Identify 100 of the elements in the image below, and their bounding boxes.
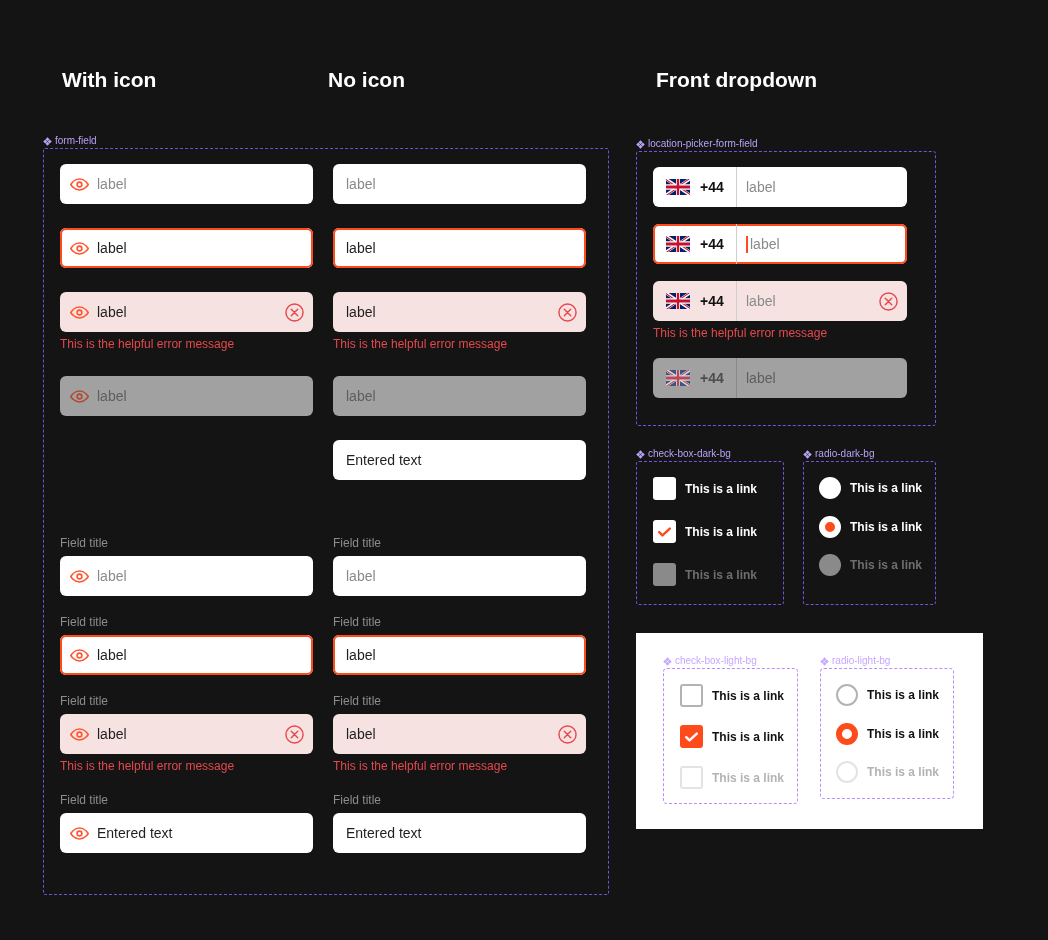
input-field[interactable]: label [333,635,586,675]
radio-button[interactable] [836,684,858,706]
text-cursor [746,235,748,253]
section-heading: Front dropdown [655,67,818,93]
frame-label: radio-dark-bg [815,448,875,460]
text-input[interactable]: Entered text [346,449,577,471]
radio-label: This is a link [850,557,923,573]
field-title: Field title [60,693,110,709]
text-input[interactable]: label [346,237,577,259]
error-message: This is the helpful error message [60,336,236,352]
input-field[interactable]: label [333,292,586,332]
checkbox[interactable] [653,477,676,500]
component-icon [636,139,645,149]
error-message: This is the helpful error message [653,325,829,341]
text-input[interactable]: label [97,173,304,195]
eye-icon [70,727,89,741]
radio-label: This is a link [867,687,940,703]
text-input[interactable]: label [746,176,898,198]
radio-label: This is a link [867,764,940,780]
frame-label: location-picker-form-field [648,138,758,150]
x-circle-icon [558,302,577,322]
flag-icon [666,179,690,195]
field-title: Field title [333,792,383,808]
error-message: This is the helpful error message [60,758,236,774]
text-input[interactable]: label [97,644,304,666]
x-circle-icon [285,724,304,744]
component-icon [663,656,672,666]
field-title: Field title [333,693,383,709]
error-message: This is the helpful error message [333,758,509,774]
text-input[interactable]: label [346,173,577,195]
checkbox-label: This is a link [685,480,758,497]
frame-label: check-box-light-bg [675,655,757,667]
input-field[interactable]: label [333,556,586,596]
input-field[interactable]: Entered text [60,813,313,853]
checkbox-label: This is a link [685,566,758,583]
eye-icon [70,177,89,191]
field-title: Field title [333,614,383,630]
country-code-dropdown[interactable]: +44 [653,281,737,321]
text-input[interactable]: label [346,723,550,745]
text-input[interactable]: Entered text [97,822,304,844]
field-title: Field title [333,535,383,551]
radio-label: This is a link [867,725,940,742]
text-input[interactable]: label [97,723,277,745]
frame-label: radio-light-bg [832,655,891,667]
eye-icon [70,241,89,255]
checkbox-label: This is a link [712,769,785,786]
input-field[interactable]: label [333,714,586,754]
input-field[interactable]: label [60,714,313,754]
input-field[interactable]: Entered text [333,440,586,480]
phone-field[interactable]: +44 label [653,167,907,207]
input-field[interactable]: label [333,228,586,268]
eye-icon [70,826,89,840]
phone-field[interactable]: +44 label [653,224,907,264]
text-input[interactable]: label [97,301,277,323]
text-input[interactable]: label [97,237,304,259]
checkbox-label: This is a link [685,523,758,540]
country-code-dropdown[interactable]: +44 [653,167,737,207]
input-field[interactable]: label [333,164,586,204]
checkbox-label: This is a link [712,687,785,704]
x-circle-icon [558,724,577,744]
text-input[interactable]: label [746,290,879,312]
text-input[interactable]: label [750,233,898,255]
field-title: Field title [60,792,110,808]
component-icon [636,449,645,459]
radio-label: This is a link [850,480,923,496]
text-input[interactable]: label [346,644,577,666]
input-field[interactable]: Entered text [333,813,586,853]
frame-label: check-box-dark-bg [648,448,731,460]
radio-button[interactable] [836,722,858,745]
text-input[interactable]: label [346,301,550,323]
flag-icon [666,293,690,309]
text-input[interactable]: label [346,565,577,587]
checkbox[interactable] [653,520,676,543]
field-title: Field title [60,614,110,630]
eye-icon [70,305,89,319]
input-field[interactable]: label [60,228,313,268]
checkmark-icon [658,526,671,537]
input-field[interactable]: label [60,635,313,675]
checkbox[interactable] [680,684,703,707]
radio-button[interactable] [819,477,841,499]
eye-icon [70,389,89,403]
phone-field[interactable]: +44 label [653,281,907,321]
checkbox[interactable] [680,725,703,748]
section-heading: No icon [328,67,406,93]
input-field[interactable]: label [60,164,313,204]
error-message: This is the helpful error message [333,336,509,352]
x-circle-icon [285,302,304,322]
country-code-dropdown[interactable]: +44 [653,224,737,264]
radio-label: This is a link [850,518,923,535]
text-input[interactable]: Entered text [346,822,577,844]
eye-icon [70,569,89,583]
field-title: Field title [60,535,110,551]
input-field[interactable]: label [60,556,313,596]
checkmark-icon [685,731,698,742]
frame-label: form-field [55,135,97,147]
checkbox-label: This is a link [712,728,785,745]
component-icon [43,136,52,146]
input-field[interactable]: label [60,292,313,332]
component-icon [803,449,812,459]
text-input[interactable]: label [97,565,304,587]
